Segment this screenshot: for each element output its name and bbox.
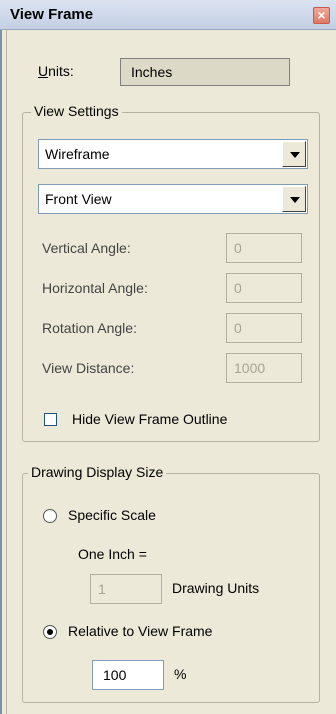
title-bar: View Frame bbox=[0, 0, 336, 30]
drawing-display-group bbox=[22, 473, 320, 703]
chevron-down-icon[interactable] bbox=[282, 186, 306, 212]
percent-label: % bbox=[174, 666, 187, 682]
drawing-units-label: Drawing Units bbox=[172, 580, 260, 596]
relative-view-frame-label[interactable]: Relative to View Frame bbox=[68, 623, 212, 639]
view-dropdown[interactable]: Front View bbox=[38, 184, 308, 214]
rotation-angle-input[interactable]: 0 bbox=[226, 313, 302, 343]
close-icon[interactable]: × bbox=[313, 7, 330, 24]
window-inner-edge bbox=[6, 30, 7, 714]
render-mode-value: Wireframe bbox=[45, 146, 110, 162]
units-label: Units: bbox=[38, 63, 74, 79]
horizontal-angle-label: Horizontal Angle: bbox=[42, 280, 148, 296]
rotation-angle-label: Rotation Angle: bbox=[42, 320, 137, 336]
drawing-display-legend: Drawing Display Size bbox=[28, 464, 167, 480]
view-value: Front View bbox=[45, 191, 112, 207]
relative-view-frame-radio[interactable] bbox=[43, 625, 57, 639]
horizontal-angle-input[interactable]: 0 bbox=[226, 273, 302, 303]
view-settings-legend: View Settings bbox=[31, 103, 122, 119]
units-value: Inches bbox=[120, 58, 290, 86]
view-distance-label: View Distance: bbox=[42, 360, 135, 376]
specific-scale-radio[interactable] bbox=[43, 509, 57, 523]
vertical-angle-label: Vertical Angle: bbox=[42, 240, 131, 256]
render-mode-dropdown[interactable]: Wireframe bbox=[38, 139, 308, 169]
window-left-edge bbox=[0, 0, 2, 714]
percent-input[interactable]: 100 bbox=[92, 660, 164, 690]
hide-outline-checkbox[interactable] bbox=[44, 413, 57, 426]
specific-scale-label[interactable]: Specific Scale bbox=[68, 507, 156, 523]
window-title: View Frame bbox=[10, 6, 94, 23]
one-inch-label: One Inch = bbox=[78, 546, 147, 562]
scale-input[interactable]: 1 bbox=[90, 574, 162, 604]
view-distance-input[interactable]: 1000 bbox=[226, 353, 302, 383]
hide-outline-label[interactable]: Hide View Frame Outline bbox=[72, 411, 227, 427]
vertical-angle-input[interactable]: 0 bbox=[226, 233, 302, 263]
chevron-down-icon[interactable] bbox=[282, 141, 306, 167]
